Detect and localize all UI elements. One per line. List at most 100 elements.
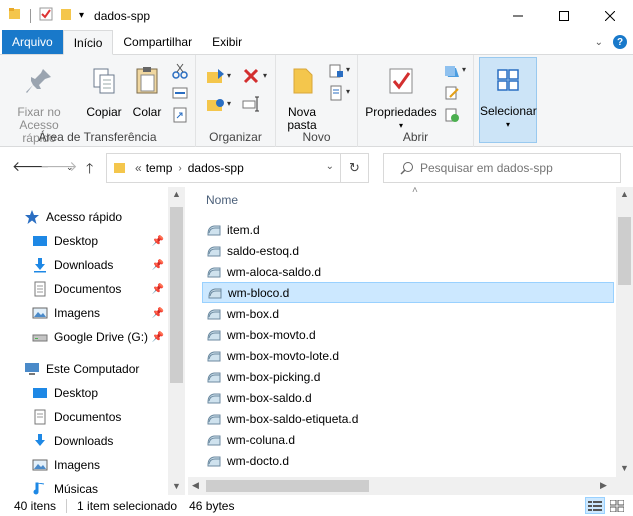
nav-quick-access[interactable]: Acesso rápido [24,205,192,229]
up-button[interactable]: 🡑 [86,158,93,182]
details-view-button[interactable] [585,497,605,514]
nav-this-pc[interactable]: Este Computador [24,357,192,381]
chevron-down-icon[interactable]: ▾ [263,71,267,80]
nav-pc-downloads[interactable]: Downloads [32,429,168,453]
filelist-scrollbar[interactable]: ▲ ▼ [616,187,633,477]
nav-pc-pictures[interactable]: Imagens [32,453,168,477]
scroll-right-icon[interactable]: ▶ [600,480,607,491]
file-name: wm-bloco.d [228,285,290,300]
file-icon [207,225,221,235]
address-bar[interactable]: « temp › dados-spp ⌄ ↻ [106,153,369,183]
scroll-up-icon[interactable]: ▲ [620,189,629,199]
file-row[interactable]: wm-aloca-saldo.d [202,261,614,282]
address-dropdown-icon[interactable]: ⌄ [326,161,334,172]
file-row[interactable]: wm-docto.d [202,450,614,471]
new-folder-button[interactable]: Nova pasta [282,65,322,132]
file-row[interactable]: wm-box-movto.d [202,324,614,345]
properties-qat-icon[interactable] [39,7,53,24]
recent-locations-icon[interactable]: ⌄ [66,162,74,173]
navpane-scrollbar[interactable]: ▲ ▼ [168,187,185,495]
column-header-name[interactable]: Nome [206,193,238,207]
large-icons-view-button[interactable] [607,497,627,514]
scrollbar-thumb[interactable] [170,207,183,383]
select-button[interactable]: Selecionar ▾ [479,57,537,143]
file-icon [207,414,221,424]
delete-icon[interactable] [242,67,260,85]
open-icon[interactable] [444,63,460,79]
organize-group-label: Organizar [209,130,262,144]
sort-ascending-icon: ˄ [412,185,418,196]
properties-button[interactable]: Propriedades ▾ [362,65,440,132]
breadcrumb-overflow[interactable]: « [135,161,142,175]
new-folder-qat-icon[interactable] [59,7,73,24]
qat-dropdown-icon[interactable]: ▾ [79,10,84,21]
help-icon[interactable]: ? [613,35,627,49]
new-item-icon[interactable] [328,63,344,79]
expand-ribbon-icon[interactable]: ⌄ [595,37,603,48]
copy-path-icon[interactable] [172,85,188,101]
file-row[interactable]: item.d [202,219,614,240]
move-to-icon[interactable] [206,67,226,87]
chevron-down-icon[interactable]: ▾ [346,87,350,96]
horizontal-scrollbar[interactable]: ◀ ▶ [188,477,633,495]
chevron-down-icon[interactable]: ▾ [227,71,231,80]
file-row[interactable]: wm-box-saldo-etiqueta.d [202,408,614,429]
history-icon[interactable] [444,107,460,123]
nav-item-downloads[interactable]: Downloads 📌 [32,253,168,277]
file-icon [207,435,221,445]
search-input[interactable] [420,161,610,175]
file-row[interactable]: wm-box.d [202,303,614,324]
scroll-down-icon[interactable]: ▼ [620,463,629,473]
easy-access-icon[interactable] [328,85,344,101]
scrollbar-thumb[interactable] [618,217,631,285]
tab-file[interactable]: Arquivo [2,30,63,54]
scroll-up-icon[interactable]: ▲ [172,189,181,199]
rename-icon[interactable] [242,95,260,113]
file-row[interactable]: wm-coluna.d [202,429,614,450]
paste-shortcut-icon[interactable] [172,107,188,123]
maximize-button[interactable] [541,0,587,31]
maximize-icon [559,10,569,21]
nav-pc-desktop[interactable]: Desktop [32,381,168,405]
nav-item-documents[interactable]: Documentos 📌 [32,277,168,301]
chevron-down-icon[interactable]: ▾ [346,65,350,74]
chevron-down-icon[interactable]: ▾ [462,65,466,74]
breadcrumb-chevron-icon[interactable]: › [178,163,181,174]
copy-button[interactable]: Copiar [84,65,124,119]
navigation-pane: Acesso rápido Desktop 📌 Downloads 📌 Docu… [0,187,186,496]
chevron-down-icon: ▾ [505,120,510,129]
copy-to-icon[interactable] [206,95,226,115]
breadcrumb-temp[interactable]: temp [146,161,173,175]
file-row[interactable]: wm-box-movto-lote.d [202,345,614,366]
tab-share[interactable]: Compartilhar [113,30,202,54]
scrollbar-thumb[interactable] [206,480,369,492]
paste-button[interactable]: Colar [128,65,166,119]
chevron-down-icon[interactable]: ▾ [227,99,231,108]
file-row[interactable]: wm-box-picking.d [202,366,614,387]
nav-item-google-drive[interactable]: Google Drive (G:) 📌 [32,325,168,349]
breadcrumb-dados-spp[interactable]: dados-spp [188,161,244,175]
file-row[interactable]: wm-bloco.d [202,282,614,303]
refresh-button[interactable]: ↻ [340,154,368,182]
cut-icon[interactable] [172,63,188,79]
pin-icon: 📌 [151,235,164,247]
nav-item-pictures[interactable]: Imagens 📌 [32,301,168,325]
close-button[interactable] [587,0,633,31]
selection-size: 46 bytes [189,498,235,513]
search-box[interactable] [383,153,621,183]
documents-icon [34,409,46,425]
file-row[interactable]: saldo-estoq.d [202,240,614,261]
nav-pc-documents[interactable]: Documentos [32,405,168,429]
file-icon [207,456,221,466]
file-row[interactable]: wm-box-saldo.d [202,387,614,408]
scroll-down-icon[interactable]: ▼ [172,481,181,491]
nav-item-desktop[interactable]: Desktop 📌 [32,229,168,253]
scroll-left-icon[interactable]: ◀ [192,480,199,491]
paste-icon [136,67,158,94]
selection-status: 1 item selecionado [77,498,178,513]
new-group: Nova pasta ▾ ▾ Novo [276,55,358,147]
tab-home[interactable]: Início [62,30,114,55]
tab-view[interactable]: Exibir [202,30,252,54]
edit-icon[interactable] [444,85,460,101]
minimize-button[interactable] [495,0,541,31]
